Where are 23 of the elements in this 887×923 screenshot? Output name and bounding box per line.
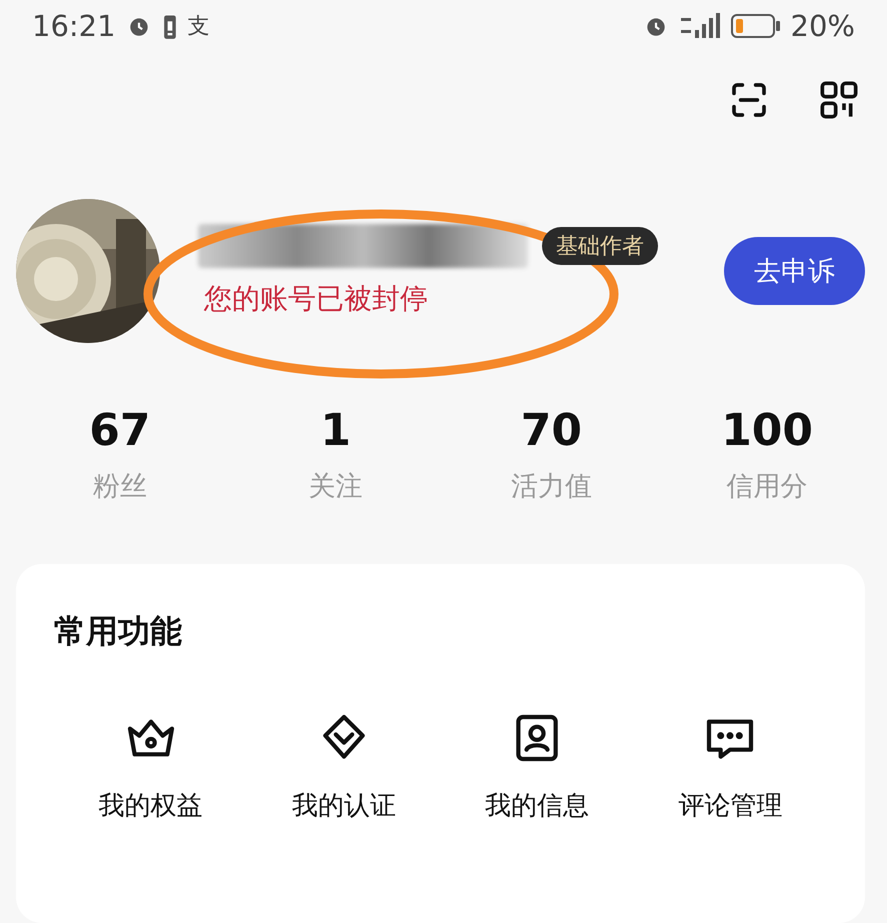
stat-value: 100 (721, 405, 814, 456)
stat-value: 67 (89, 405, 150, 456)
function-label[interactable]: 评论管理 (678, 788, 782, 823)
battery-percent: 20% (790, 9, 855, 43)
function-label[interactable]: 我的信息 (485, 788, 590, 823)
stat-label: 粉丝 (92, 470, 147, 504)
appeal-button[interactable]: 去申诉 (724, 236, 865, 304)
stat-label: 信用分 (726, 470, 808, 504)
stat-value: 1 (320, 405, 351, 456)
function-label[interactable]: 我的认证 (292, 788, 396, 823)
stat-value: 70 (520, 405, 582, 456)
account-banned-message: 您的账号已被封停 (204, 280, 429, 316)
function-label[interactable]: 我的权益 (98, 788, 203, 823)
signal-icon (678, 12, 721, 40)
qr-code-icon[interactable] (819, 80, 859, 120)
clock-time: 16:21 (32, 9, 116, 43)
battery-icon (730, 13, 781, 39)
card-title: 常用功能 (54, 612, 182, 650)
scan-icon[interactable] (729, 80, 769, 120)
author-badge: 基础作者 (542, 226, 658, 264)
stat-label: 活力值 (510, 470, 592, 504)
app-notification-glyph: 支 (188, 13, 210, 41)
stat-label: 关注 (308, 470, 363, 504)
